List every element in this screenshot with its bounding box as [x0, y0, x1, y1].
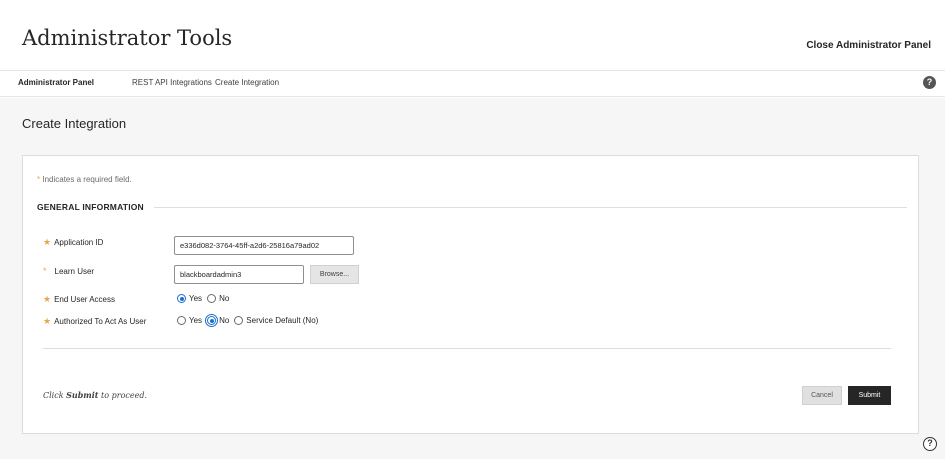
- app-title: Administrator Tools: [22, 26, 233, 50]
- breadcrumb-admin-panel[interactable]: Administrator Panel: [18, 78, 94, 87]
- application-id-field[interactable]: e336d082-3764-45ff-a2d6-25816a79ad02: [174, 236, 354, 255]
- proceed-instruction: Click Submit to proceed.: [43, 390, 147, 400]
- end-user-access-radios: Yes No: [177, 294, 234, 303]
- integration-form-panel: * Indicates a required field. GENERAL IN…: [22, 155, 919, 434]
- form-divider: [43, 348, 891, 349]
- required-star-icon: ★: [43, 294, 52, 304]
- end-user-access-yes[interactable]: Yes: [177, 294, 202, 303]
- end-user-access-label: ★ End User Access: [43, 294, 115, 304]
- required-star-icon: ★: [43, 316, 52, 326]
- breadcrumb-create-integration: Create Integration: [215, 78, 280, 87]
- required-star-icon: *: [37, 175, 41, 184]
- content-area: Create Integration * Indicates a require…: [0, 98, 945, 459]
- cancel-button[interactable]: Cancel: [802, 386, 842, 405]
- radio-button[interactable]: [205, 314, 219, 327]
- browse-button[interactable]: Browse...: [310, 265, 359, 284]
- help-outline-icon[interactable]: ?: [923, 437, 937, 451]
- section-title: GENERAL INFORMATION: [37, 202, 144, 212]
- authorized-yes[interactable]: Yes: [177, 316, 202, 325]
- breadcrumb-rest-api-integrations[interactable]: REST API Integrations: [132, 78, 212, 87]
- close-admin-panel-link[interactable]: Close Administrator Panel: [806, 40, 931, 51]
- authorized-to-act-radios: Yes No Service Default (No): [177, 314, 323, 327]
- section-divider: [154, 207, 907, 208]
- required-star-icon: *: [43, 266, 47, 276]
- radio-button[interactable]: [177, 316, 186, 325]
- authorized-no[interactable]: No: [205, 314, 229, 327]
- help-icon[interactable]: ?: [923, 76, 936, 89]
- authorized-service-default[interactable]: Service Default (No): [234, 316, 318, 325]
- radio-button[interactable]: [207, 294, 217, 303]
- app-header: Administrator Tools Close Administrator …: [0, 18, 945, 70]
- page-title: Create Integration: [22, 116, 127, 131]
- application-id-label: ★ Application ID: [43, 237, 104, 247]
- learn-user-field[interactable]: blackboardadmin3: [174, 265, 304, 284]
- authorized-to-act-label: ★ Authorized To Act As User: [43, 316, 147, 326]
- required-star-icon: ★: [43, 237, 52, 247]
- radio-button[interactable]: [234, 316, 244, 325]
- end-user-access-no[interactable]: No: [207, 294, 229, 303]
- radio-button[interactable]: [177, 294, 186, 303]
- learn-user-label: * Learn User: [43, 266, 95, 276]
- breadcrumb: Administrator Panel REST API Integration…: [0, 70, 945, 97]
- submit-button[interactable]: Submit: [848, 386, 891, 405]
- required-note: * Indicates a required field.: [37, 175, 132, 184]
